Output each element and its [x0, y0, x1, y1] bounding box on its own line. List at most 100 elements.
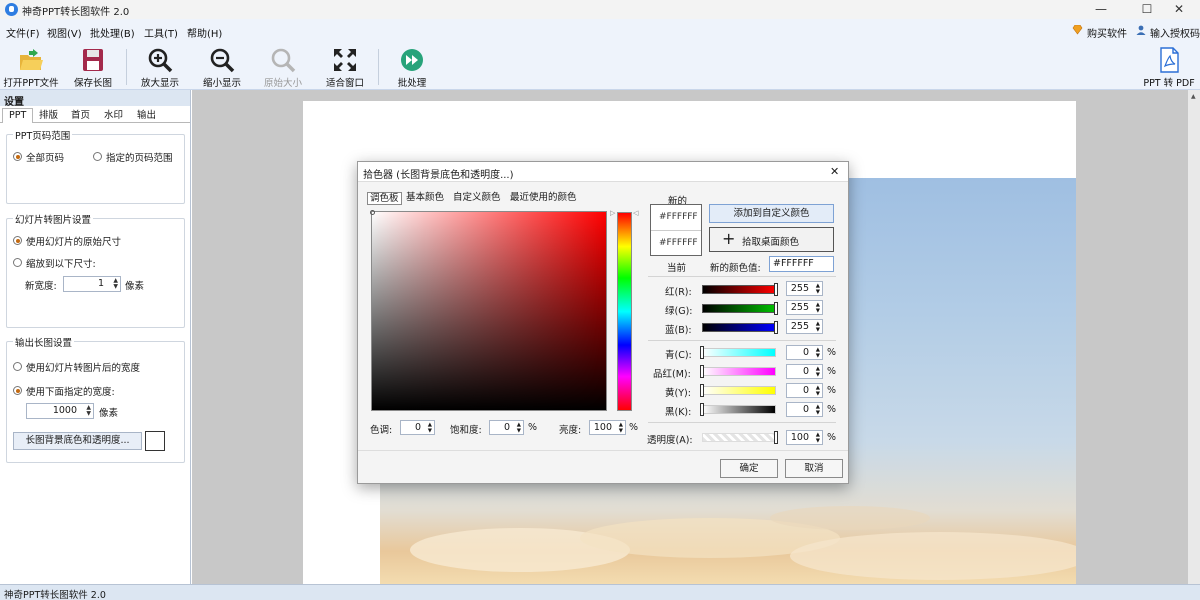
black-value: 0 — [802, 404, 809, 415]
save-image-button[interactable]: 保存长图 — [66, 45, 120, 89]
specified-width-radio[interactable] — [13, 386, 22, 395]
new-color-hex: #FFFFFF — [659, 212, 698, 222]
specified-pages-radio[interactable] — [93, 152, 102, 161]
spin-arrows-icon[interactable]: ▲ ▼ — [816, 283, 820, 295]
saturation-stepper[interactable]: 0 ▲ ▼ — [489, 420, 524, 435]
picker-cursor[interactable] — [370, 210, 375, 215]
yellow-slider-thumb[interactable] — [700, 384, 704, 397]
green-slider[interactable] — [702, 304, 776, 313]
spin-arrows-icon[interactable]: ▲ ▼ — [816, 385, 820, 397]
buy-software-link[interactable]: 购买软件 — [1087, 25, 1127, 40]
spin-arrows-icon[interactable]: ▲ ▼ — [816, 432, 820, 444]
alpha-stepper[interactable]: 100 ▲ ▼ — [786, 430, 823, 445]
tab-palette[interactable]: 调色板 — [367, 192, 402, 205]
cyan-slider[interactable] — [702, 348, 776, 357]
original-size-radio[interactable] — [13, 236, 22, 245]
alpha-slider-thumb[interactable] — [774, 431, 778, 444]
black-slider[interactable] — [702, 405, 776, 414]
hue-thumb-right-icon[interactable]: ◁ — [633, 209, 638, 217]
fit-window-button[interactable]: 适合窗口 — [321, 45, 369, 89]
all-pages-radio[interactable] — [13, 152, 22, 161]
background-color-swatch[interactable] — [145, 431, 165, 451]
cancel-button[interactable]: 取消 — [785, 459, 843, 478]
spin-arrows-icon[interactable]: ▲ ▼ — [816, 302, 820, 314]
red-slider[interactable] — [702, 285, 776, 294]
scale-radio[interactable] — [13, 258, 22, 267]
add-custom-color-button[interactable]: 添加到自定义颜色 — [709, 204, 834, 223]
scroll-up-icon[interactable]: ▲ — [1191, 93, 1196, 100]
blue-slider[interactable] — [702, 323, 776, 332]
batch-button[interactable]: 批处理 — [389, 45, 435, 89]
hue-thumb-left-icon[interactable]: ▷ — [610, 209, 615, 217]
magenta-slider-thumb[interactable] — [700, 365, 704, 378]
tab-recent-colors[interactable]: 最近使用的颜色 — [508, 192, 579, 205]
menu-tools[interactable]: 工具(T) — [144, 25, 178, 40]
blue-stepper[interactable]: 255 ▲ ▼ — [786, 319, 823, 334]
alpha-slider[interactable] — [702, 433, 776, 442]
saturation-value-picker[interactable] — [370, 210, 607, 411]
minimize-button[interactable]: — — [1078, 0, 1124, 19]
spin-arrows-icon[interactable]: ▲ ▼ — [517, 422, 521, 434]
tab-output[interactable]: 输出 — [130, 108, 163, 123]
pick-desktop-color-button[interactable]: + 拾取桌面颜色 — [709, 227, 834, 252]
enter-license-link[interactable]: 输入授权码 — [1150, 25, 1200, 40]
yellow-slider[interactable] — [702, 386, 776, 395]
spin-arrows-icon[interactable]: ▲ ▼ — [816, 347, 820, 359]
specified-pages-label: 指定的页码范围 — [106, 153, 173, 164]
yellow-stepper[interactable]: 0 ▲ ▼ — [786, 383, 823, 398]
spin-arrows-icon[interactable]: ▲ ▼ — [816, 366, 820, 378]
zoom-in-button[interactable]: 放大显示 — [136, 45, 184, 89]
settings-panel: 设置 PPT 排版 首页 水印 输出 PPT页码范围 全部页码 指定的页码范围 … — [0, 90, 191, 584]
zoom-out-icon — [209, 47, 235, 73]
brightness-stepper[interactable]: 100 ▲ ▼ — [589, 420, 626, 435]
tab-basic-colors[interactable]: 基本颜色 — [404, 192, 446, 205]
menu-batch[interactable]: 批处理(B) — [90, 25, 135, 40]
output-width-stepper[interactable]: 1000 ▲ ▼ — [26, 403, 94, 419]
cyan-stepper[interactable]: 0 ▲ ▼ — [786, 345, 823, 360]
toolbar-divider — [378, 49, 379, 85]
spin-arrows-icon[interactable]: ▲ ▼ — [113, 278, 118, 290]
new-width-stepper[interactable]: 1 ▲ ▼ — [63, 276, 121, 292]
spin-arrows-icon[interactable]: ▲ ▼ — [86, 405, 91, 417]
red-stepper[interactable]: 255 ▲ ▼ — [786, 281, 823, 296]
close-button[interactable]: ✕ — [1156, 0, 1200, 19]
ok-button[interactable]: 确定 — [720, 459, 778, 478]
slide-width-radio[interactable] — [13, 362, 22, 371]
zoom-out-button[interactable]: 缩小显示 — [198, 45, 246, 89]
spin-arrows-icon[interactable]: ▲ ▼ — [428, 422, 432, 434]
magenta-slider[interactable] — [702, 367, 776, 376]
tab-layout[interactable]: 排版 — [32, 108, 65, 123]
blue-slider-thumb[interactable] — [774, 321, 778, 334]
green-stepper[interactable]: 255 ▲ ▼ — [786, 300, 823, 315]
tab-watermark[interactable]: 水印 — [97, 108, 130, 123]
tab-custom-colors[interactable]: 自定义颜色 — [451, 192, 503, 205]
user-icon — [1136, 25, 1146, 35]
dialog-close-icon[interactable]: ✕ — [830, 165, 839, 178]
new-color-value-input[interactable]: #FFFFFF — [769, 256, 834, 272]
ppt-to-pdf-button[interactable]: PPT 转 PDF — [1140, 45, 1198, 89]
menu-view[interactable]: 视图(V) — [47, 25, 82, 40]
brightness-label: 亮度: — [559, 425, 582, 436]
settings-title: 设置 — [4, 97, 24, 108]
tab-ppt[interactable]: PPT — [2, 108, 34, 123]
spin-arrows-icon[interactable]: ▲ ▼ — [816, 404, 820, 416]
black-slider-thumb[interactable] — [700, 403, 704, 416]
cyan-slider-thumb[interactable] — [700, 346, 704, 359]
open-ppt-button[interactable]: 打开PPT文件 — [2, 45, 60, 89]
tab-cover[interactable]: 首页 — [64, 108, 97, 123]
menu-file[interactable]: 文件(F) — [6, 25, 40, 40]
original-size-button[interactable]: 原始大小 — [259, 45, 307, 89]
spin-arrows-icon[interactable]: ▲ ▼ — [619, 422, 623, 434]
black-stepper[interactable]: 0 ▲ ▼ — [786, 402, 823, 417]
green-slider-thumb[interactable] — [774, 302, 778, 315]
magenta-stepper[interactable]: 0 ▲ ▼ — [786, 364, 823, 379]
hue-stepper[interactable]: 0 ▲ ▼ — [400, 420, 435, 435]
spin-arrows-icon[interactable]: ▲ ▼ — [816, 321, 820, 333]
background-color-button[interactable]: 长图背景底色和透明度... — [13, 432, 142, 450]
ppt-to-pdf-label: PPT 转 PDF — [1143, 78, 1195, 89]
vertical-scrollbar[interactable]: ▲ — [1188, 90, 1200, 584]
hue-slider[interactable] — [617, 212, 632, 411]
red-slider-thumb[interactable] — [774, 283, 778, 296]
menu-help[interactable]: 帮助(H) — [187, 25, 222, 40]
specified-width-radio-label: 使用下面指定的宽度: — [26, 387, 115, 398]
